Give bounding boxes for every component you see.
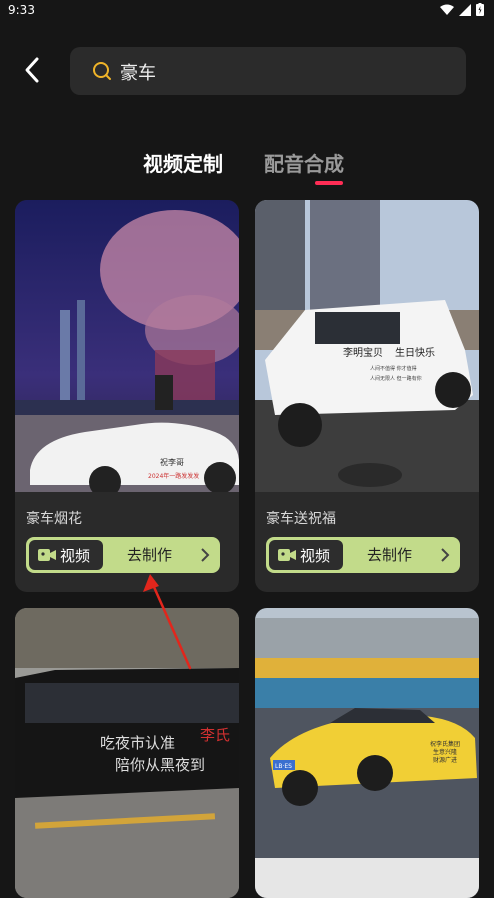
thumb-text: 生意兴隆 — [433, 748, 457, 756]
make-button[interactable]: 视频 去制作 — [266, 537, 460, 573]
video-type-badge: 视频 — [269, 540, 343, 570]
chevron-right-icon — [441, 548, 450, 562]
video-camera-icon — [38, 549, 56, 561]
tab-label: 视频定制 — [143, 152, 223, 176]
thumb-text: 吃夜市认准 — [100, 734, 175, 752]
status-bar: 9:33 — [0, 0, 494, 22]
thumb-text: 人间不值得 你才值得 — [370, 365, 417, 372]
wifi-icon — [440, 4, 454, 15]
tab-voice-synthesis[interactable]: 配音合成 — [264, 148, 344, 177]
make-button[interactable]: 视频 去制作 — [26, 537, 220, 573]
active-tab-indicator — [315, 181, 343, 185]
search-icon — [93, 62, 111, 80]
thumb-text: 祝李氏集团 — [430, 740, 460, 748]
thumb-text: 人间无限人 但一路有你 — [370, 375, 422, 382]
thumb-text: 2024年一路发发发 — [148, 472, 199, 480]
search-input[interactable]: 豪车 — [120, 59, 156, 85]
card-title: 豪车烟花 — [26, 511, 82, 527]
thumbnail-blessing: 李明宝贝 生日快乐 人间不值得 你才值得 人间无限人 但一路有你 — [255, 200, 479, 492]
video-camera-icon — [278, 549, 296, 561]
video-type-badge: 视频 — [29, 540, 103, 570]
chevron-left-icon — [25, 57, 39, 83]
template-card-porsche[interactable]: 祝李氏集团 生意兴隆 财源广进 LB·ES — [255, 608, 479, 898]
make-label: 去制作 — [367, 546, 413, 564]
thumb-text: 陪你从黑夜到 — [115, 756, 205, 774]
thumb-text: 生日快乐 — [395, 346, 435, 359]
thumbnail-fireworks: 祝李哥 2024年一路发发发 — [15, 200, 239, 492]
signal-icon — [459, 3, 471, 16]
thumb-text: 祝李哥 — [160, 457, 184, 467]
back-button[interactable] — [18, 55, 48, 85]
thumbnail-limo: 吃夜市认准 李氏 陪你从黑夜到 — [15, 608, 239, 898]
thumb-text: 财源广进 — [433, 756, 457, 764]
search-bar[interactable]: 豪车 — [70, 47, 466, 95]
thumb-text: 李明宝贝 — [343, 346, 383, 359]
card-title: 豪车送祝福 — [266, 511, 336, 527]
thumbnail-porsche: 祝李氏集团 生意兴隆 财源广进 LB·ES — [255, 608, 479, 898]
status-icons — [440, 3, 484, 16]
video-type-label: 视频 — [300, 547, 331, 565]
chevron-right-icon — [201, 548, 210, 562]
thumb-text: 李氏 — [200, 726, 230, 744]
thumb-text: LB·ES — [275, 763, 292, 770]
template-card-limo[interactable]: 吃夜市认准 李氏 陪你从黑夜到 — [15, 608, 239, 898]
tab-label: 配音合成 — [264, 152, 344, 176]
status-time: 9:33 — [8, 3, 35, 17]
template-card-fireworks[interactable]: 祝李哥 2024年一路发发发 豪车烟花 视频 去制作 — [15, 200, 239, 592]
video-type-label: 视频 — [60, 547, 91, 565]
make-label: 去制作 — [127, 546, 173, 564]
battery-icon — [476, 3, 484, 16]
tab-video-custom[interactable]: 视频定制 — [143, 148, 343, 185]
template-card-blessing[interactable]: 李明宝贝 生日快乐 人间不值得 你才值得 人间无限人 但一路有你 豪车送祝福 视… — [255, 200, 479, 592]
